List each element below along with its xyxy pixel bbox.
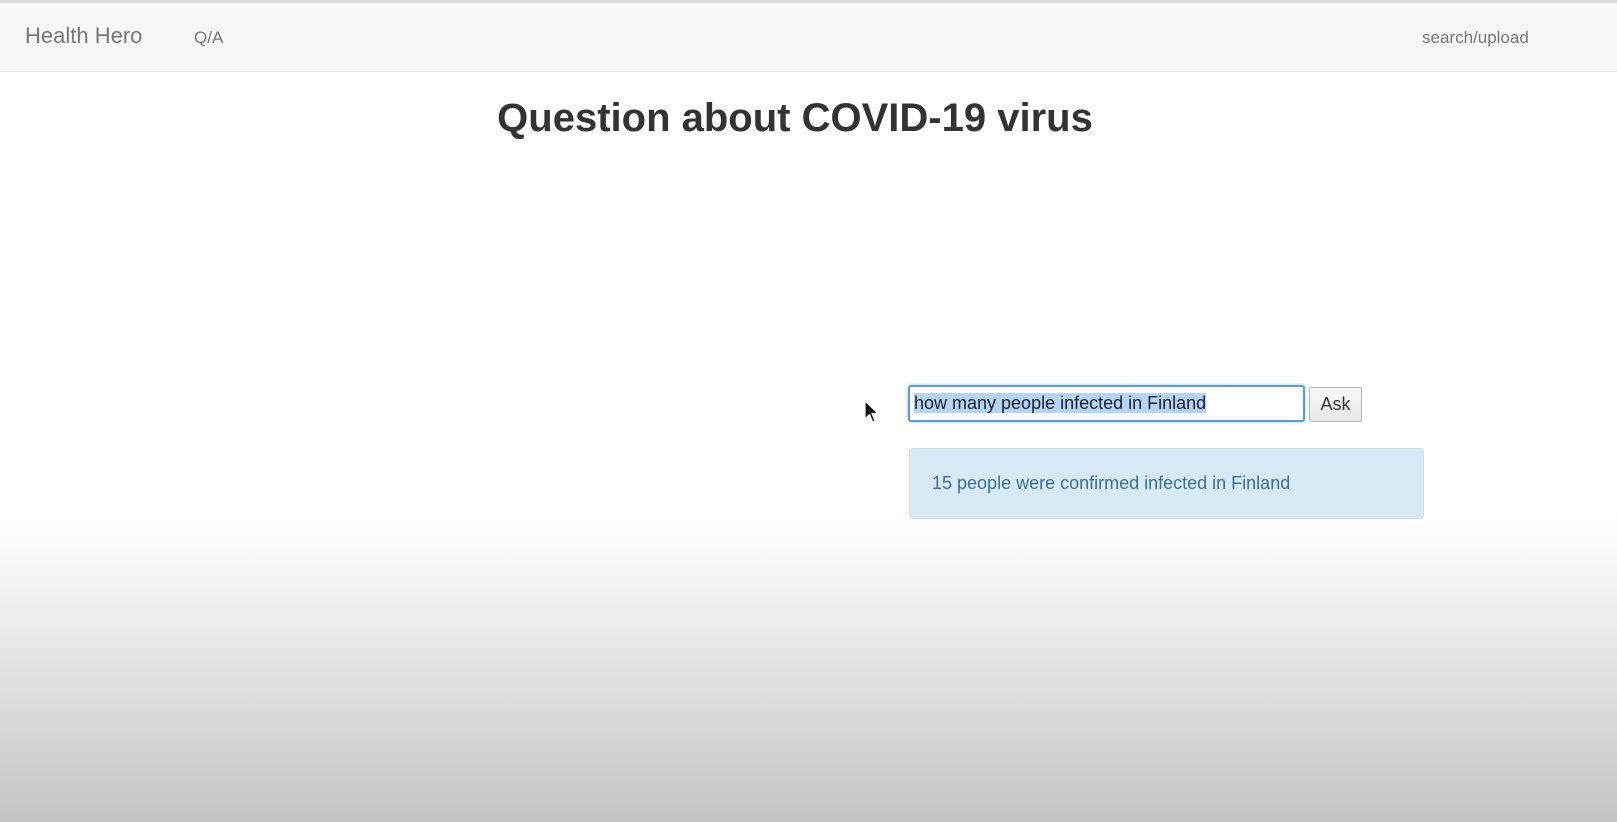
brand-link[interactable]: Health Hero bbox=[25, 23, 142, 49]
page-title: Question about COVID-19 virus bbox=[497, 96, 1093, 140]
answer-alert: 15 people were confirmed infected in Fin… bbox=[909, 448, 1424, 519]
question-input[interactable]: how many people infected in Finland bbox=[908, 385, 1305, 422]
nav-link-qa[interactable]: Q/A bbox=[194, 28, 223, 48]
answer-text: 15 people were confirmed infected in Fin… bbox=[932, 473, 1291, 493]
navbar: Health Hero Q/A search/upload bbox=[0, 3, 1617, 72]
question-input-selected-text: how many people infected in Finland bbox=[914, 393, 1207, 413]
mouse-cursor-icon bbox=[864, 400, 879, 423]
ask-button[interactable]: Ask bbox=[1309, 387, 1362, 422]
nav-link-search-upload[interactable]: search/upload bbox=[1422, 28, 1529, 48]
